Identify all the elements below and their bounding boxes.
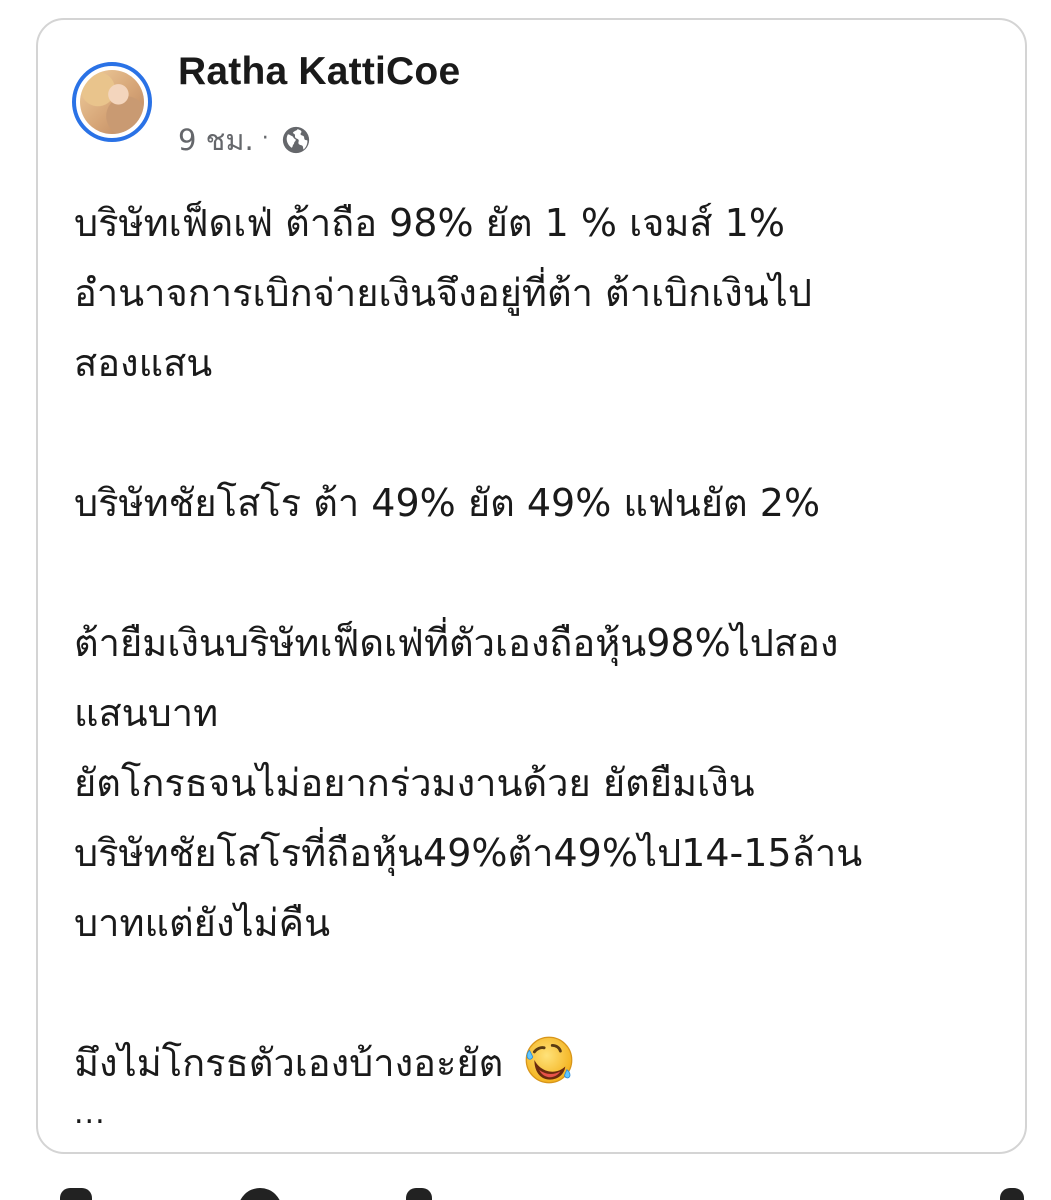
reaction-icon[interactable] [1000, 1188, 1024, 1200]
post-line: บริษัทเฟ็ดเฟ่ ต้าถือ 98% ยัต 1 % เจมส์ 1… [74, 201, 785, 245]
post-line-last: มึงไม่โกรธตัวเองบ้างอะยัต [74, 1028, 1004, 1098]
post-line: สองแสน [74, 341, 213, 385]
post-line: ยัตโกรธจนไม่อยากร่วมงานด้วย ยัตยืมเงิน [74, 761, 755, 805]
post-timestamp[interactable]: 9 ชม. [178, 117, 254, 163]
meta-separator: · [261, 125, 269, 151]
action-bar-cut-off [0, 1182, 1051, 1200]
post-line: บริษัทชัยโสโรที่ถือหุ้น49%ต้า49%ไป14-15ล… [74, 831, 863, 875]
see-more[interactable]: ... [74, 1096, 106, 1131]
avatar-image [80, 70, 144, 134]
author-avatar[interactable] [72, 62, 152, 142]
post-line: บริษัทชัยโสโร ต้า 49% ยัต 49% แฟนยัต 2% [74, 481, 821, 525]
post-meta: 9 ชม. · [178, 120, 311, 160]
rolling-on-floor-laughing-emoji-icon [526, 1036, 573, 1084]
comment-icon[interactable] [238, 1188, 282, 1200]
post-line: ต้ายืมเงินบริษัทเฟ็ดเฟ่ที่ตัวเองถือหุ้น9… [74, 621, 839, 665]
post-line: แสนบาท [74, 691, 219, 735]
share-icon[interactable] [406, 1188, 432, 1200]
post-body: บริษัทเฟ็ดเฟ่ ต้าถือ 98% ยัต 1 % เจมส์ 1… [74, 188, 1004, 1098]
post-line: อำนาจการเบิกจ่ายเงินจึงอยู่ที่ต้า ต้าเบิ… [74, 271, 812, 315]
like-icon[interactable] [60, 1188, 92, 1200]
post-line-text: มึงไม่โกรธตัวเองบ้างอะยัต [74, 1041, 504, 1085]
author-name[interactable]: Ratha KattiCoe [178, 50, 460, 94]
post-line: บาทแต่ยังไม่คืน [74, 901, 331, 945]
post-card: Ratha KattiCoe 9 ชม. · บริษัทเฟ็ดเฟ่ ต้า… [36, 18, 1027, 1154]
globe-icon[interactable] [281, 125, 311, 155]
